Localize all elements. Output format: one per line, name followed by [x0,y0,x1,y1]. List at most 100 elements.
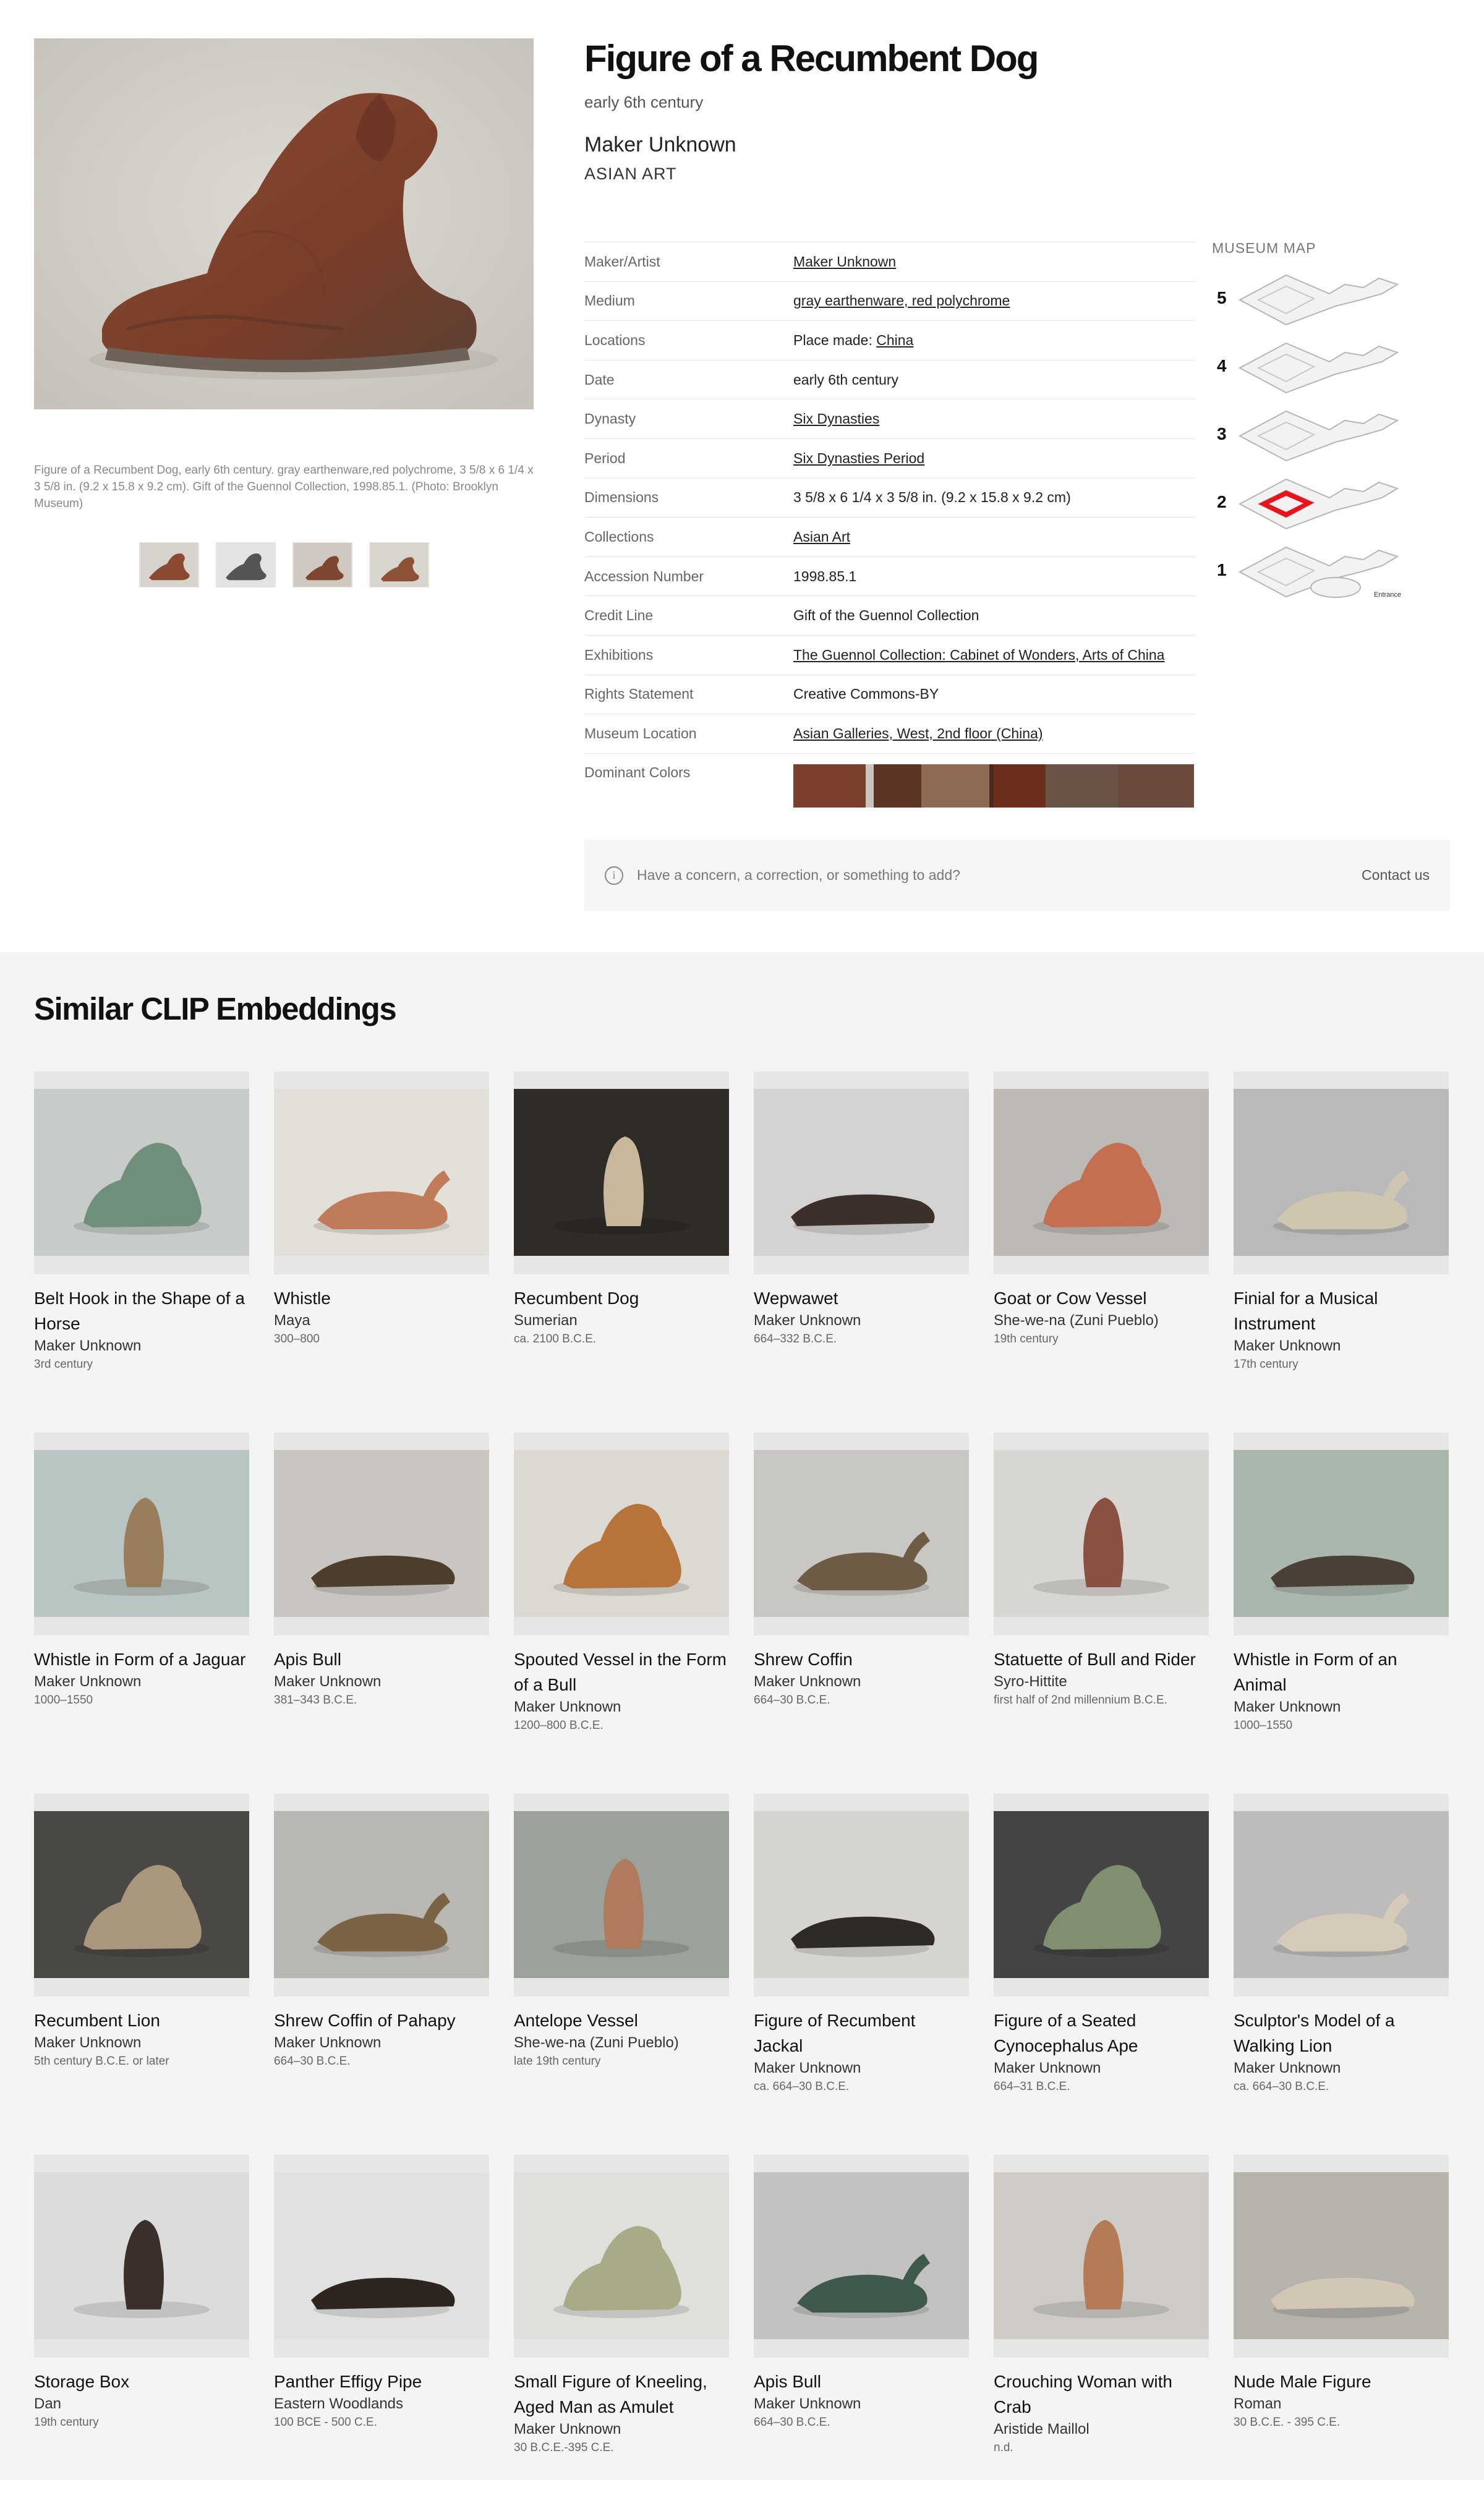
similar-item-name[interactable]: Sculptor's Model of a Walking Lion [1234,2008,1449,2058]
similar-item-name[interactable]: Antelope Vessel [514,2008,729,2033]
similar-item-card[interactable]: Figure of a Seated Cynocephalus Ape Maker… [994,1794,1209,2155]
similar-item-image[interactable] [34,1433,249,1635]
museum-map[interactable]: 5 4 3 2 1 Entrance [1212,269,1416,603]
detail-link[interactable]: Maker Unknown [793,254,896,270]
thumbnail-3[interactable] [292,542,352,587]
similar-item-card[interactable]: Wepwawet Maker Unknown 664–332 B.C.E. [754,1072,969,1433]
detail-link[interactable]: China [876,332,913,348]
similar-item-card[interactable]: Recumbent Dog Sumerian ca. 2100 B.C.E. [514,1072,729,1433]
contact-us-link[interactable]: Contact us [1362,867,1430,884]
similar-item-name[interactable]: Whistle in Form of an Animal [1234,1647,1449,1697]
map-floor-1[interactable]: 1 Entrance [1217,546,1401,599]
detail-link[interactable]: Asian Galleries, West, 2nd floor (China) [793,725,1043,741]
similar-item-image[interactable] [754,1433,969,1635]
similar-item-image[interactable] [274,2155,489,2358]
similar-item-card[interactable]: Whistle in Form of a Jaguar Maker Unknown… [34,1433,249,1794]
similar-item-image[interactable] [274,1072,489,1274]
detail-link[interactable]: Asian Art [793,529,850,545]
thumbnail-2[interactable] [216,542,276,587]
similar-item-image[interactable] [1234,1794,1449,1997]
detail-row: Collections Asian Art [584,517,1195,557]
artwork-date: early 6th century [584,93,704,111]
similar-item-image[interactable] [994,1794,1209,1997]
similar-item-image[interactable] [994,2155,1209,2358]
similar-item-card[interactable]: Spouted Vessel in the Form of a Bull Make… [514,1433,729,1794]
detail-link[interactable]: Six Dynasties Period [793,450,924,466]
map-floor-3[interactable]: 3 [1217,410,1399,462]
similar-item-image[interactable] [994,1072,1209,1274]
similar-item-name[interactable]: Whistle [274,1286,489,1311]
similar-item-image[interactable] [754,2155,969,2358]
similar-item-image[interactable] [34,1072,249,1274]
similar-item-name[interactable]: Wepwawet [754,1286,969,1311]
detail-link[interactable]: The Guennol Collection: Cabinet of Wonde… [793,647,1164,663]
similar-item-image[interactable] [514,1794,729,1997]
similar-item-name[interactable]: Whistle in Form of a Jaguar [34,1647,249,1672]
similar-item-card[interactable]: Shrew Coffin of Pahapy Maker Unknown 664–3… [274,1794,489,2155]
similar-item-card[interactable]: Figure of Recumbent Jackal Maker Unknown c… [754,1794,969,2155]
similar-item-card[interactable]: Shrew Coffin Maker Unknown 664–30 B.C.E. [754,1433,969,1794]
similar-item-card[interactable]: Crouching Woman with Crab Aristide Maillo… [994,2155,1209,2516]
similar-item-card[interactable]: Goat or Cow Vessel She-we-na (Zuni Pueblo… [994,1072,1209,1433]
similar-item-image[interactable] [514,2155,729,2358]
map-floor-4[interactable]: 4 [1217,342,1399,394]
similar-item-name[interactable]: Shrew Coffin [754,1647,969,1672]
map-floor-5[interactable]: 5 [1217,274,1399,326]
detail-label: Credit Line [584,607,654,624]
similar-item-name[interactable]: Storage Box [34,2369,249,2394]
similar-item-card[interactable]: Whistle in Form of an Animal Maker Unknow… [1234,1433,1449,1794]
similar-item-name[interactable]: Figure of a Seated Cynocephalus Ape [994,2008,1209,2058]
similar-item-image[interactable] [994,1433,1209,1635]
similar-item-image[interactable] [514,1433,729,1635]
thumbnail-4[interactable] [369,542,429,587]
similar-item-image[interactable] [1234,1433,1449,1635]
similar-item-name[interactable]: Recumbent Lion [34,2008,249,2033]
similar-item-image[interactable] [754,1794,969,1997]
similar-item-name[interactable]: Statuette of Bull and Rider [994,1647,1209,1672]
similar-item-image[interactable] [34,2155,249,2358]
similar-item-image[interactable] [514,1072,729,1274]
similar-item-card[interactable]: Storage Box Dan 19th century [34,2155,249,2516]
artwork-image[interactable] [34,38,534,409]
similar-item-card[interactable]: Belt Hook in the Shape of a Horse Maker U… [34,1072,249,1433]
similar-item-name[interactable]: Shrew Coffin of Pahapy [274,2008,489,2033]
similar-item-name[interactable]: Apis Bull [754,2369,969,2394]
similar-item-card[interactable]: Sculptor's Model of a Walking Lion Maker … [1234,1794,1449,2155]
map-floor-2[interactable]: 2 [1217,478,1399,530]
similar-item-image[interactable] [1234,2155,1449,2358]
similar-item-card[interactable]: Panther Effigy Pipe Eastern Woodlands 100 … [274,2155,489,2516]
similar-item-card[interactable]: Antelope Vessel She-we-na (Zuni Pueblo) la… [514,1794,729,2155]
concern-text: Have a concern, a correction, or somethi… [637,867,960,883]
similar-item-card[interactable]: Finial for a Musical Instrument Maker Unk… [1234,1072,1449,1433]
similar-item-card[interactable]: Nude Male Figure Roman 30 B.C.E. - 395 C.E… [1234,2155,1449,2516]
similar-item-image[interactable] [34,1794,249,1997]
detail-row: Maker/Artist Maker Unknown [584,242,1195,281]
similar-item-name[interactable]: Goat or Cow Vessel [994,1286,1209,1311]
similar-item-card[interactable]: Statuette of Bull and Rider Syro-Hittite f… [994,1433,1209,1794]
similar-item-card[interactable]: Apis Bull Maker Unknown 381–343 B.C.E. [274,1433,489,1794]
detail-label: Dimensions [584,489,659,506]
detail-link[interactable]: gray earthenware, red polychrome [793,292,1010,309]
detail-value: Maker Unknown [793,254,896,270]
similar-item-name[interactable]: Figure of Recumbent Jackal [754,2008,969,2058]
similar-item-name[interactable]: Panther Effigy Pipe [274,2369,489,2394]
similar-item-name[interactable]: Recumbent Dog [514,1286,729,1311]
similar-item-name[interactable]: Apis Bull [274,1647,489,1672]
similar-item-card[interactable]: Whistle Maya 300–800 [274,1072,489,1433]
similar-item-name[interactable]: Small Figure of Kneeling, Aged Man as Am… [514,2369,729,2420]
similar-item-name[interactable]: Spouted Vessel in the Form of a Bull [514,1647,729,1697]
similar-item-name[interactable]: Crouching Woman with Crab [994,2369,1209,2420]
similar-item-card[interactable]: Apis Bull Maker Unknown 664–30 B.C.E. [754,2155,969,2516]
thumbnail-1[interactable] [139,542,199,587]
similar-item-name[interactable]: Nude Male Figure [1234,2369,1449,2394]
similar-item-card[interactable]: Small Figure of Kneeling, Aged Man as Am… [514,2155,729,2516]
similar-item-name[interactable]: Finial for a Musical Instrument [1234,1286,1449,1336]
similar-item-image[interactable] [274,1794,489,1997]
similar-item-name[interactable]: Belt Hook in the Shape of a Horse [34,1286,249,1336]
similar-item-image[interactable] [1234,1072,1449,1274]
similar-item-image[interactable] [754,1072,969,1274]
similar-item-card[interactable]: Recumbent Lion Maker Unknown 5th century B… [34,1794,249,2155]
map-floor-number: 3 [1217,424,1227,443]
detail-link[interactable]: Six Dynasties [793,411,879,427]
similar-item-image[interactable] [274,1433,489,1635]
